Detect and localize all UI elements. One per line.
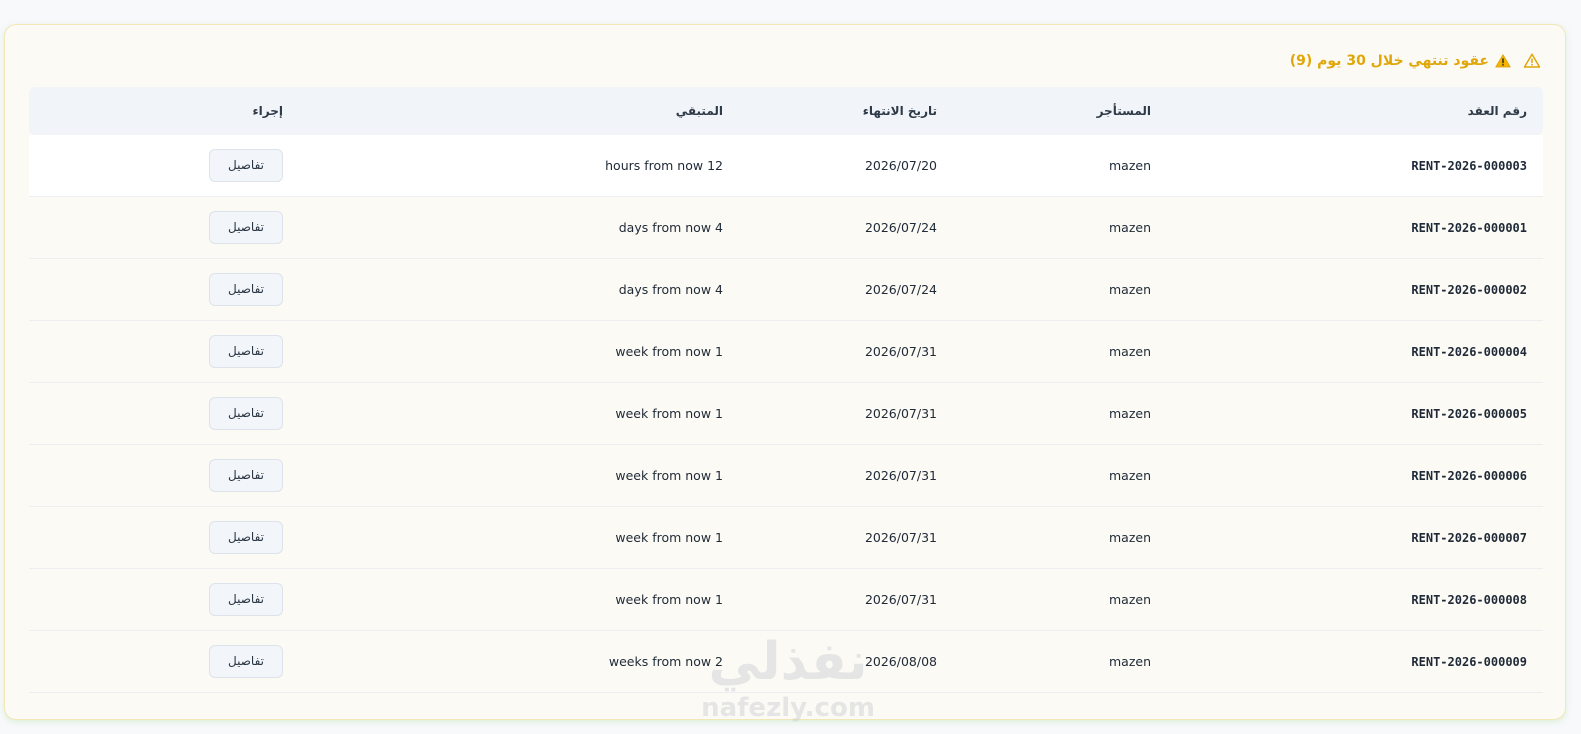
tenant-name: mazen [1108, 220, 1151, 235]
table-row: RENT-2026-000008 mazen 2026/07/31 1 week… [29, 569, 1543, 631]
table-row: RENT-2026-000007 mazen 2026/07/31 1 week… [29, 507, 1543, 569]
card-title: عقود تنتهي خلال 30 يوم (9) [1289, 53, 1489, 69]
table-row: RENT-2026-000005 mazen 2026/07/31 1 week… [29, 383, 1543, 445]
end-date: 2026/08/08 [864, 654, 937, 669]
table-row: RENT-2026-000004 mazen 2026/07/31 1 week… [29, 321, 1543, 383]
remaining-time: 1 week from now [615, 406, 723, 421]
end-date: 2026/07/24 [864, 220, 937, 235]
tenant-name: mazen [1108, 654, 1151, 669]
tenant-name: mazen [1108, 530, 1151, 545]
action-cell: تفاصيل [29, 521, 354, 554]
contract-number: RENT-2026-000008 [1411, 592, 1527, 607]
table-row: RENT-2026-000009 mazen 2026/08/08 2 week… [29, 631, 1543, 693]
end-date: 2026/07/31 [864, 468, 937, 483]
action-cell: تفاصيل [29, 459, 354, 492]
header-end-date: تاريخ الانتهاء [862, 104, 937, 118]
tenant-name: mazen [1108, 592, 1151, 607]
details-button[interactable]: تفاصيل [209, 521, 283, 554]
remaining-time: 1 week from now [615, 530, 723, 545]
details-button[interactable]: تفاصيل [209, 397, 283, 430]
details-button[interactable]: تفاصيل [209, 211, 283, 244]
details-button[interactable]: تفاصيل [209, 645, 283, 678]
table-row: RENT-2026-000003 mazen 2026/07/20 12 hou… [29, 135, 1543, 197]
header-action: إجراء [252, 104, 283, 118]
action-cell: تفاصيل [29, 583, 354, 616]
table-row: RENT-2026-000002 mazen 2026/07/24 4 days… [29, 259, 1543, 321]
action-cell: تفاصيل [29, 645, 354, 678]
warning-outline-icon [1523, 52, 1541, 70]
remaining-time: 1 week from now [615, 592, 723, 607]
contract-number: RENT-2026-000002 [1411, 282, 1527, 297]
remaining-time: 4 days from now [618, 282, 723, 297]
end-date: 2026/07/31 [864, 406, 937, 421]
tenant-name: mazen [1108, 282, 1151, 297]
tenant-name: mazen [1108, 468, 1151, 483]
action-cell: تفاصيل [29, 397, 354, 430]
tenant-name: mazen [1108, 158, 1151, 173]
contract-number: RENT-2026-000006 [1411, 468, 1527, 483]
action-cell: تفاصيل [29, 149, 354, 182]
contracts-table: رقم العقد المستأجر تاريخ الانتهاء المتبق… [29, 87, 1543, 693]
contract-number: RENT-2026-000005 [1411, 406, 1527, 421]
details-button[interactable]: تفاصيل [209, 459, 283, 492]
remaining-time: 1 week from now [615, 468, 723, 483]
end-date: 2026/07/20 [864, 158, 937, 173]
header-tenant: المستأجر [1096, 104, 1151, 118]
action-cell: تفاصيل [29, 211, 354, 244]
remaining-time: 12 hours from now [605, 158, 723, 173]
details-button[interactable]: تفاصيل [209, 149, 283, 182]
table-row: RENT-2026-000006 mazen 2026/07/31 1 week… [29, 445, 1543, 507]
details-button[interactable]: تفاصيل [209, 273, 283, 306]
contract-number: RENT-2026-000004 [1411, 344, 1527, 359]
header-remaining: المتبقي [675, 104, 723, 118]
remaining-time: 1 week from now [615, 344, 723, 359]
contract-number: RENT-2026-000007 [1411, 530, 1527, 545]
end-date: 2026/07/31 [864, 530, 937, 545]
details-button[interactable]: تفاصيل [209, 335, 283, 368]
contract-number: RENT-2026-000009 [1411, 654, 1527, 669]
warning-filled-icon [1495, 53, 1511, 69]
card-header: عقود تنتهي خلال 30 يوم (9) [29, 47, 1541, 75]
action-cell: تفاصيل [29, 273, 354, 306]
table-header: رقم العقد المستأجر تاريخ الانتهاء المتبق… [29, 87, 1543, 135]
tenant-name: mazen [1108, 406, 1151, 421]
expiring-contracts-card: عقود تنتهي خلال 30 يوم (9) رقم العقد الم… [4, 24, 1566, 720]
end-date: 2026/07/31 [864, 592, 937, 607]
table-row: RENT-2026-000001 mazen 2026/07/24 4 days… [29, 197, 1543, 259]
details-button[interactable]: تفاصيل [209, 583, 283, 616]
remaining-time: 2 weeks from now [608, 654, 723, 669]
header-contract-no: رقم العقد [1467, 104, 1527, 118]
tenant-name: mazen [1108, 344, 1151, 359]
remaining-time: 4 days from now [618, 220, 723, 235]
end-date: 2026/07/24 [864, 282, 937, 297]
end-date: 2026/07/31 [864, 344, 937, 359]
contract-number: RENT-2026-000003 [1411, 158, 1527, 173]
action-cell: تفاصيل [29, 335, 354, 368]
contract-number: RENT-2026-000001 [1411, 220, 1527, 235]
